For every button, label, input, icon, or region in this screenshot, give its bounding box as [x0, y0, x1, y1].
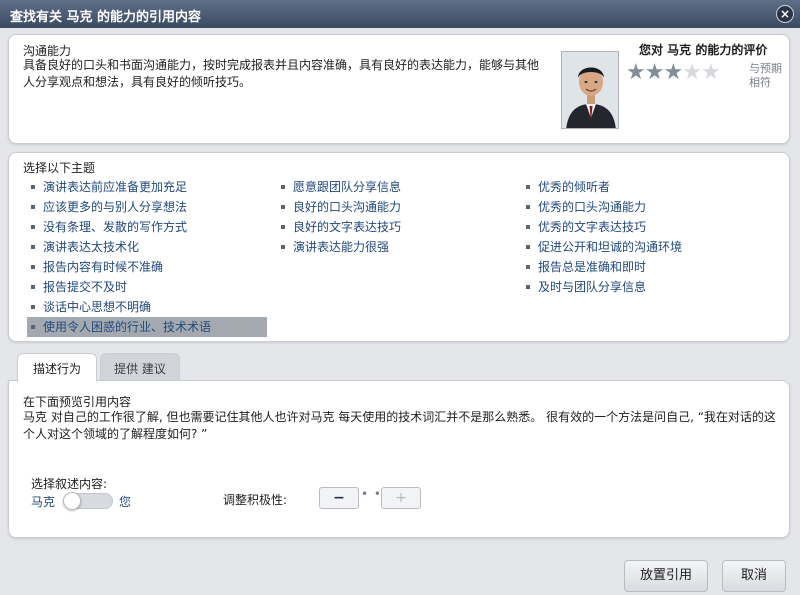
topic-item[interactable]: 演讲表达前应准备更加充足 [27, 177, 267, 197]
topic-item[interactable]: 优秀的口头沟通能力 [522, 197, 682, 217]
narration-toggle[interactable] [63, 492, 113, 510]
topic-item[interactable]: 优秀的倾听者 [522, 177, 682, 197]
preview-panel: 在下面预览引用内容 马克 对自己的工作很了解, 但也需要记住其他人也许对马克 每… [8, 380, 790, 538]
topic-item[interactable]: 报告总是准确和即时 [522, 257, 682, 277]
narration-option-you[interactable]: 您 [119, 493, 131, 510]
rating-note: 与预期相符 [749, 62, 782, 89]
skill-panel: 沟通能力 具备良好的口头和书面沟通能力，按时完成报表并且内容准确，具有良好的表达… [8, 34, 790, 144]
preview-title: 在下面预览引用内容 [23, 395, 132, 409]
tab-describe-behavior[interactable]: 描述行为 [17, 353, 97, 382]
topics-column-3: 优秀的倾听者 优秀的口头沟通能力 优秀的文字表达技巧 促进公开和坦诚的沟通环境 … [522, 177, 682, 297]
topic-item[interactable]: 谈话中心思想不明确 [27, 297, 267, 317]
topic-item[interactable]: 良好的口头沟通能力 [277, 197, 401, 217]
skill-description: 具备良好的口头和书面沟通能力，按时完成报表并且内容准确，具有良好的表达能力，能够… [23, 58, 540, 89]
topics-column-2: 愿意跟团队分享信息 良好的口头沟通能力 良好的文字表达技巧 演讲表达能力很强 [277, 177, 401, 257]
topics-title: 选择以下主题 [23, 161, 96, 175]
employee-avatar [561, 51, 619, 129]
employee-photo-icon [562, 52, 618, 128]
place-quote-button[interactable]: 放置引用 [624, 560, 708, 592]
star-icon-3[interactable]: ★ [663, 60, 683, 85]
star-icon-5[interactable]: ★ [701, 60, 721, 85]
topic-item[interactable]: 演讲表达能力很强 [277, 237, 401, 257]
preview-text: 马克 对自己的工作很了解, 但也需要记住其他人也许对马克 每天使用的技术词汇并不… [23, 410, 776, 441]
decrease-positivity-button[interactable]: − [319, 487, 359, 509]
topic-item[interactable]: 及时与团队分享信息 [522, 277, 682, 297]
topic-item[interactable]: 良好的文字表达技巧 [277, 217, 401, 237]
close-icon[interactable]: × [776, 5, 794, 23]
star-icon-2[interactable]: ★ [645, 60, 665, 85]
dialog-title: 查找有关 马克 的能力的引用内容 [10, 10, 202, 25]
toggle-knob[interactable] [63, 492, 81, 510]
rating-stars[interactable]: ★★★★★ [626, 60, 721, 85]
adjust-positivity-label: 调整积极性: [223, 493, 288, 507]
cancel-button[interactable]: 取消 [722, 560, 786, 592]
topic-item[interactable]: 报告提交不及时 [27, 277, 267, 297]
topics-panel: 选择以下主题 演讲表达前应准备更加充足 应该更多的与别人分享想法 没有条理、发散… [8, 152, 790, 342]
topic-item-selected[interactable]: 使用令人困惑的行业、技术术语 [27, 317, 267, 337]
topics-column-1: 演讲表达前应准备更加充足 应该更多的与别人分享想法 没有条理、发散的写作方式 演… [27, 177, 267, 337]
rating-title: 您对 马克 的能力的评价 [639, 43, 768, 57]
narration-label: 选择叙述内容: [31, 477, 108, 491]
narration-option-mark[interactable]: 马克 [31, 493, 55, 510]
topic-item[interactable]: 优秀的文字表达技巧 [522, 217, 682, 237]
star-icon-1[interactable]: ★ [626, 60, 646, 85]
topic-item[interactable]: 应该更多的与别人分享想法 [27, 197, 267, 217]
topic-item[interactable]: 报告内容有时候不准确 [27, 257, 267, 277]
topic-item[interactable]: 演讲表达太技术化 [27, 237, 267, 257]
tab-provide-suggestion[interactable]: 提供 建议 [100, 353, 180, 381]
topic-item[interactable]: 没有条理、发散的写作方式 [27, 217, 267, 237]
dialog-title-bar: 查找有关 马克 的能力的引用内容 × [0, 0, 800, 28]
star-icon-4[interactable]: ★ [682, 60, 702, 85]
topic-item[interactable]: 愿意跟团队分享信息 [277, 177, 401, 197]
increase-positivity-button[interactable]: + [381, 487, 421, 509]
topic-item[interactable]: 促进公开和坦诚的沟通环境 [522, 237, 682, 257]
